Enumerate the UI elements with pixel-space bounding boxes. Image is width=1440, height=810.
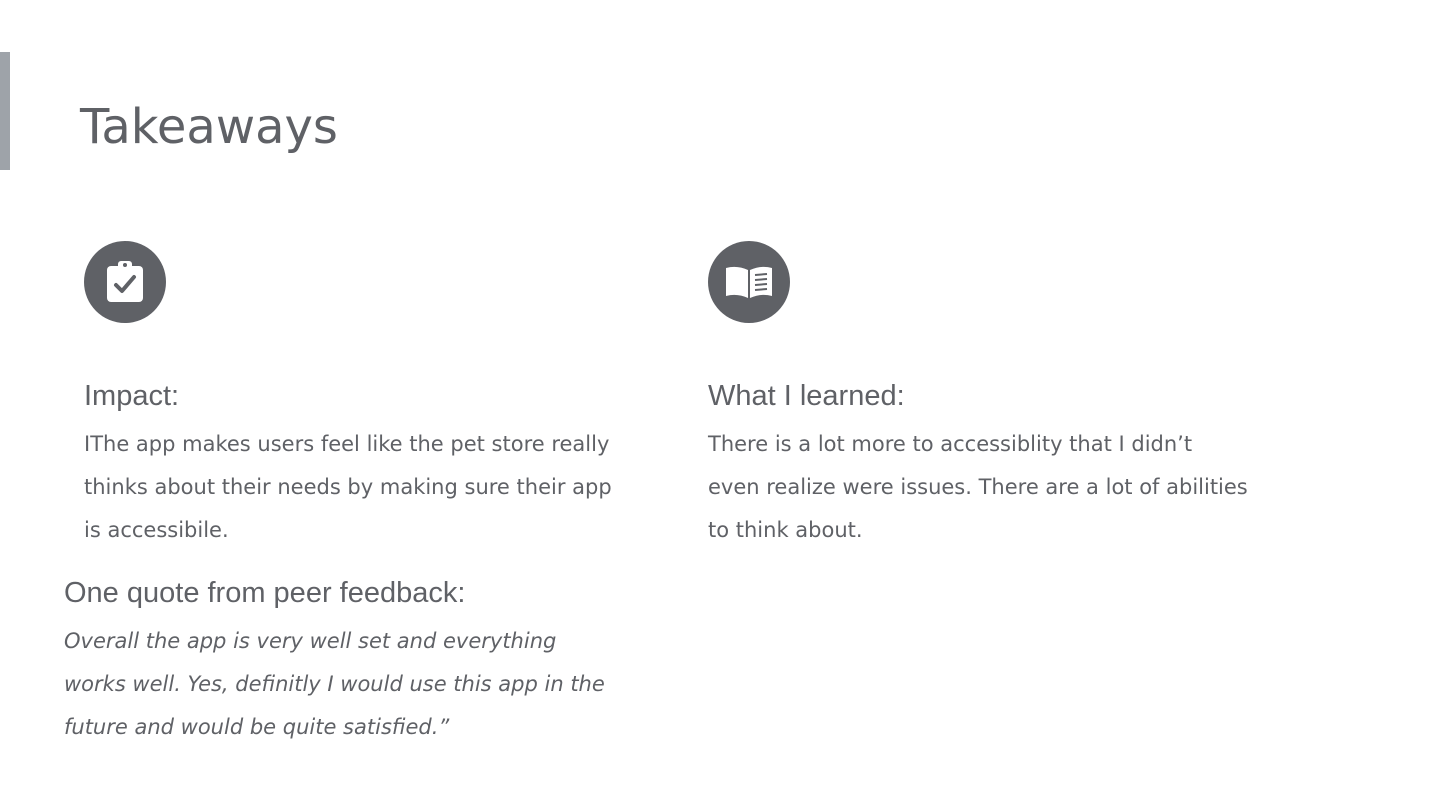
slide-title: Takeaways [80,99,338,155]
title-accent-bar [0,52,10,170]
learned-heading: What I learned: [708,380,905,412]
learned-text: There is a lot more to accessiblity that… [708,432,1248,542]
impact-heading: Impact: [84,380,180,412]
clipboard-check-icon [84,241,166,323]
open-book-icon [708,241,790,323]
peer-feedback-quote: Overall the app is very well set and eve… [64,629,605,739]
impact-text: IThe app makes users feel like the pet s… [84,432,612,542]
quote-heading: One quote from peer feedback: [64,577,466,609]
